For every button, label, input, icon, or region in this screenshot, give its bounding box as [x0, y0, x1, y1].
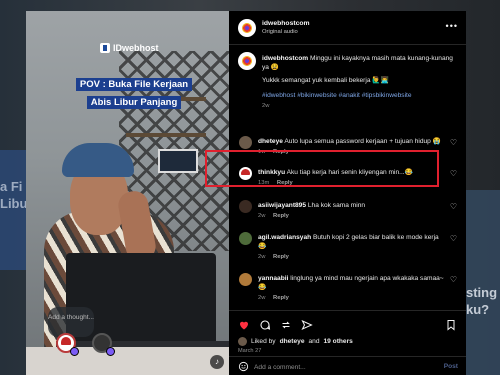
brand-logo-icon: [100, 43, 110, 53]
comment-like-icon[interactable]: ♡: [450, 234, 457, 243]
comment-text: Lha kok sama minn: [307, 202, 366, 209]
comment-composer: Post: [229, 356, 466, 375]
media-desk: [26, 347, 229, 375]
comments-panel: idwebhostcom Original audio ••• idwebhos…: [229, 11, 466, 375]
comment-body: yannaabii linglung ya mind mau ngerjain …: [258, 274, 448, 292]
liker-avatar: [238, 337, 247, 346]
bookmark-icon[interactable]: [445, 319, 457, 331]
audio-label[interactable]: Original audio: [262, 28, 298, 37]
comment-like-icon[interactable]: ♡: [450, 202, 457, 211]
post-button[interactable]: Post: [444, 362, 458, 371]
comment-icon[interactable]: [259, 319, 271, 331]
post-actions: Liked by dheteye and 19 others March 27 …: [229, 310, 466, 375]
likes-others[interactable]: 19 others: [324, 337, 353, 346]
emoji-icon[interactable]: [238, 361, 249, 372]
reply-button[interactable]: Reply: [273, 254, 289, 260]
avatar-badge-icon: [106, 347, 115, 356]
comment-time: 2w: [258, 254, 266, 260]
share-icon[interactable]: [301, 319, 313, 331]
comment-avatar[interactable]: [239, 200, 252, 213]
reply-button[interactable]: Reply: [273, 295, 289, 301]
comment-input[interactable]: [254, 361, 424, 373]
comment-avatar[interactable]: [239, 273, 252, 286]
brand-watermark: IDwebhost: [100, 43, 159, 53]
comment-meta: 2w Reply: [258, 253, 289, 262]
video-caption: POV : Buka File Kerjaan Abis Libur Panja…: [64, 74, 204, 110]
comment-like-icon[interactable]: ♡: [450, 169, 457, 178]
reply-button[interactable]: Reply: [273, 213, 289, 219]
caption-hashtags[interactable]: #idwebhost #bikinwebsite #anakit #tipsbi…: [262, 91, 458, 100]
avatar-badge-icon: [70, 347, 79, 356]
comment-item: agil.wadriansyah Butuh kopi 2 gelas biar…: [239, 231, 465, 265]
caption-line-2: Yukkk semangat yuk kembali bekerja 🙋‍♂️👨…: [262, 77, 389, 84]
media-shelf: [126, 133, 206, 137]
likes-middle: and: [308, 338, 320, 345]
comment-username[interactable]: agil.wadriansyah: [258, 234, 311, 241]
viewer-avatar[interactable]: [92, 333, 115, 356]
likes-prefix: Liked by: [251, 338, 276, 345]
like-heart-icon[interactable]: [238, 319, 250, 331]
caption-line-2: Abis Libur Panjang: [86, 96, 182, 109]
comment-meta: 2w Reply: [258, 294, 289, 303]
backdrop-left-text: a Fi Libu: [0, 179, 26, 211]
comment-username[interactable]: yannaabii: [258, 275, 288, 282]
comment-username[interactable]: dheteye: [258, 138, 283, 145]
comment-avatar[interactable]: [239, 232, 252, 245]
comment-username[interactable]: asiiwijayant895: [258, 202, 306, 209]
comment-time: 2w: [258, 295, 266, 301]
caption-time: 2w: [262, 103, 270, 109]
media-person-beanie: [62, 143, 134, 177]
comment-body: agil.wadriansyah Butuh kopi 2 gelas biar…: [258, 233, 448, 251]
backdrop-right-panel: [466, 190, 500, 375]
author-avatar[interactable]: [238, 19, 256, 37]
more-options-icon[interactable]: •••: [446, 22, 458, 31]
comment-time: 2w: [258, 213, 266, 219]
post-caption: idwebhostcom Minggu ini kayaknya masih m…: [262, 54, 458, 111]
highlight-box: [205, 150, 439, 187]
comment-text: Auto lupa semua password kerjaan + tujua…: [284, 138, 441, 145]
comment-item: asiiwijayant895 Lha kok sama minn 2w Rep…: [239, 199, 465, 233]
author-username[interactable]: idwebhostcom: [262, 19, 310, 28]
caption-username[interactable]: idwebhostcom: [262, 55, 308, 62]
thought-bubble[interactable]: Add a thought...: [48, 307, 94, 337]
brand-text: IDwebhost: [113, 43, 159, 53]
viewer-avatar[interactable]: [56, 333, 79, 356]
post-header: idwebhostcom Original audio •••: [229, 11, 466, 45]
comment-body: asiiwijayant895 Lha kok sama minn: [258, 201, 448, 210]
caption-line-1: POV : Buka File Kerjaan: [75, 78, 193, 91]
likes-user[interactable]: dheteye: [280, 337, 305, 346]
comment-item: yannaabii linglung ya mind mau ngerjain …: [239, 272, 465, 306]
post-modal: IDwebhost POV : Buka File Kerjaan Abis L…: [26, 11, 466, 375]
likes-summary: Liked by dheteye and 19 others: [238, 337, 353, 346]
comment-body: dheteye Auto lupa semua password kerjaan…: [258, 137, 448, 146]
backdrop-right-text: sting ku?: [466, 285, 498, 317]
comment-avatar[interactable]: [239, 136, 252, 149]
comment-meta: 2w Reply: [258, 212, 289, 221]
comment-like-icon[interactable]: ♡: [450, 275, 457, 284]
repost-icon[interactable]: [280, 319, 292, 331]
comment-like-icon[interactable]: ♡: [450, 138, 457, 147]
action-icons: [238, 319, 313, 331]
post-media[interactable]: IDwebhost POV : Buka File Kerjaan Abis L…: [26, 11, 229, 375]
mute-icon[interactable]: ♪: [210, 355, 224, 369]
caption-author-avatar[interactable]: [238, 52, 256, 70]
post-date: March 27: [238, 348, 262, 354]
media-poster: [158, 149, 198, 173]
